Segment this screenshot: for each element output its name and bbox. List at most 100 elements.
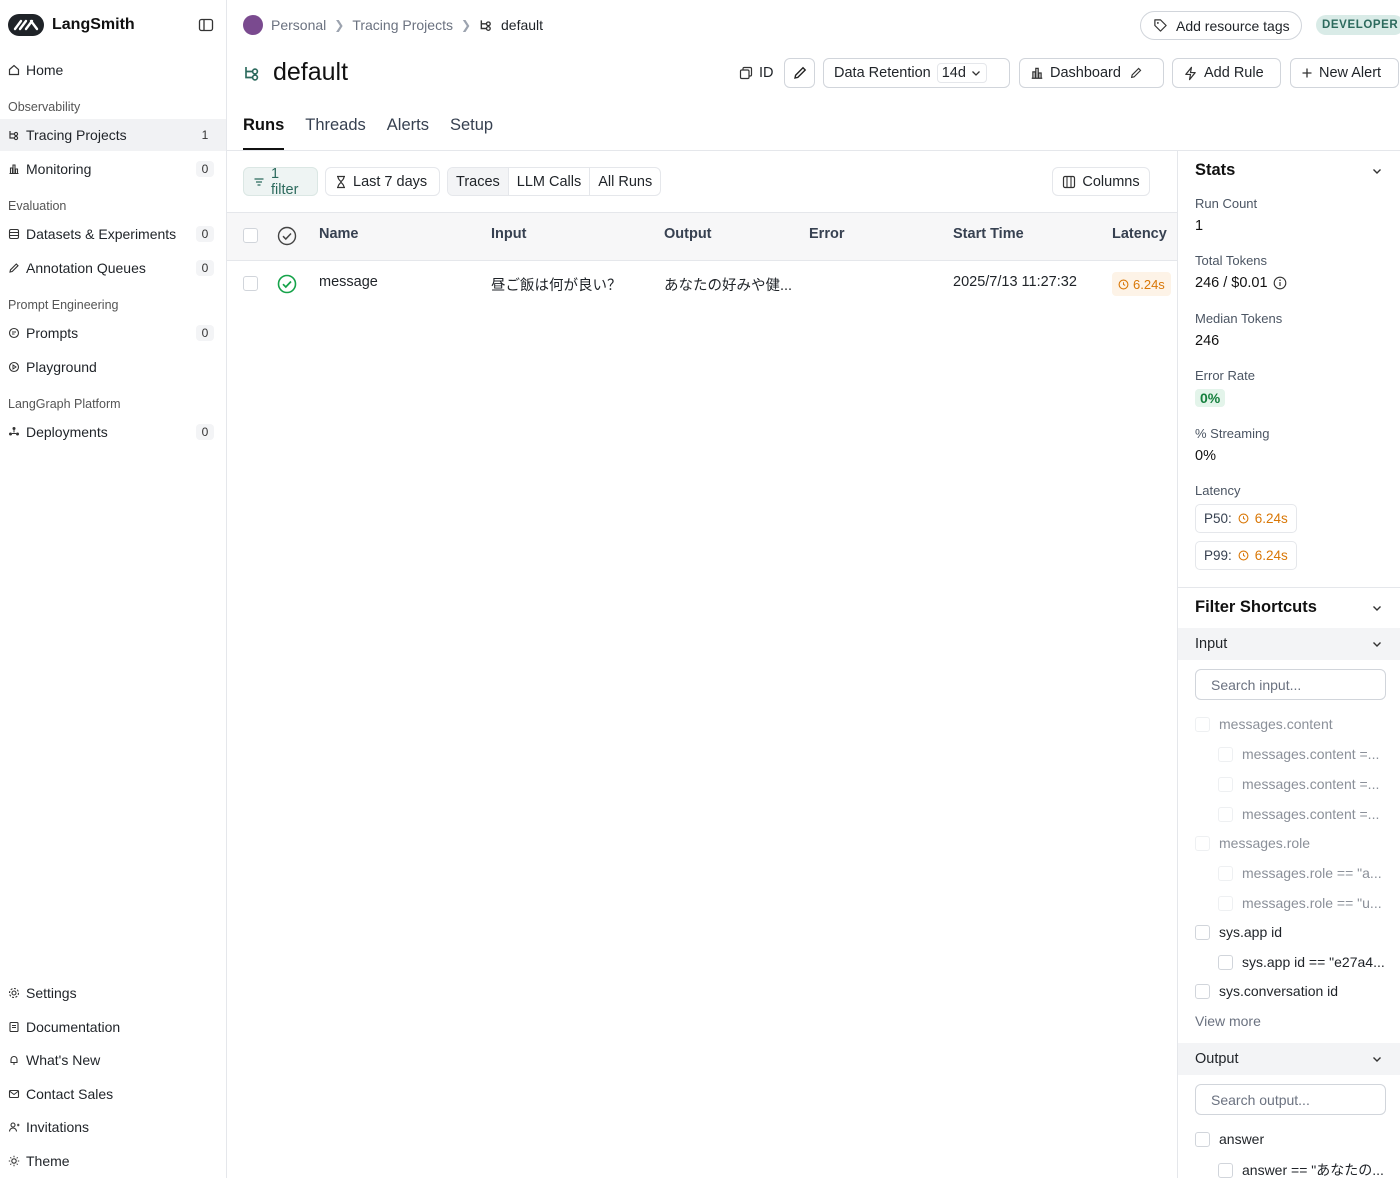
sidebar-item-label: Monitoring — [26, 161, 92, 177]
filter-checkbox[interactable] — [1218, 895, 1233, 911]
sidebar-item-documentation[interactable]: Documentation — [0, 1011, 226, 1043]
filter-checkbox[interactable] — [1218, 806, 1233, 822]
copy-id-button[interactable]: ID — [733, 58, 780, 88]
column-header-name[interactable]: Name — [319, 226, 359, 242]
sidebar-item-theme[interactable]: Theme — [0, 1145, 226, 1177]
tab-alerts[interactable]: Alerts — [387, 116, 429, 150]
columns-icon — [1062, 175, 1076, 189]
add-rule-button[interactable]: Add Rule — [1172, 58, 1281, 88]
edit-project-button[interactable] — [784, 58, 815, 88]
segment-traces[interactable]: Traces — [448, 168, 509, 195]
filter-item[interactable]: messages.role == "u... — [1218, 895, 1382, 911]
sidebar-item-whats-new[interactable]: What's New — [0, 1044, 226, 1076]
data-retention-button[interactable]: Data Retention 14d — [823, 58, 1010, 88]
gear-icon — [8, 987, 20, 999]
sidebar-item-deployments[interactable]: Deployments 0 — [0, 416, 226, 448]
filter-checkbox[interactable] — [1195, 835, 1210, 851]
run-name[interactable]: message — [319, 274, 378, 290]
stats-panel: Stats Run Count 1 Total Tokens 246 / $0.… — [1177, 151, 1400, 1178]
filter-item[interactable]: messages.content =... — [1218, 776, 1379, 792]
chevron-down-icon[interactable] — [1371, 165, 1383, 177]
input-filter-section-header[interactable]: Input — [1178, 628, 1400, 660]
filter-checkbox[interactable] — [1218, 1162, 1233, 1178]
output-filter-section-header[interactable]: Output — [1178, 1043, 1400, 1075]
time-range-button[interactable]: Last 7 days — [325, 167, 440, 196]
chevron-down-icon[interactable] — [1371, 602, 1383, 614]
filter-item[interactable]: messages.content — [1195, 716, 1333, 732]
column-header-output[interactable]: Output — [664, 226, 712, 242]
filter-item[interactable]: messages.role — [1195, 835, 1310, 851]
total-tokens-label: Total Tokens — [1195, 253, 1268, 268]
tab-setup[interactable]: Setup — [450, 116, 493, 150]
filter-item[interactable]: messages.content =... — [1218, 746, 1379, 762]
tag-icon — [1153, 18, 1168, 33]
info-icon[interactable] — [1273, 276, 1287, 290]
sidebar-item-contact-sales[interactable]: Contact Sales — [0, 1078, 226, 1110]
pencil-icon[interactable] — [1129, 66, 1143, 80]
sidebar-item-tracing-projects[interactable]: Tracing Projects 1 — [0, 119, 226, 151]
breadcrumb-section[interactable]: Tracing Projects — [352, 17, 453, 33]
breadcrumb-workspace[interactable]: Personal — [271, 17, 326, 33]
filter-checkbox[interactable] — [1195, 716, 1210, 732]
sidebar-item-annotation-queues[interactable]: Annotation Queues 0 — [0, 252, 226, 284]
count-badge: 0 — [196, 325, 214, 341]
new-alert-label: New Alert — [1319, 65, 1382, 81]
segment-all-runs[interactable]: All Runs — [590, 168, 660, 195]
dashboard-button[interactable]: Dashboard — [1019, 58, 1164, 88]
view-more-link[interactable]: View more — [1195, 1013, 1261, 1029]
columns-button[interactable]: Columns — [1052, 167, 1150, 196]
filter-item[interactable]: answer == "あなたの... — [1218, 1160, 1384, 1178]
sidebar-item-playground[interactable]: Playground — [0, 351, 226, 383]
new-alert-button[interactable]: New Alert — [1290, 58, 1399, 88]
filter-checkbox[interactable] — [1218, 746, 1233, 762]
filter-shortcuts-title: Filter Shortcuts — [1195, 598, 1317, 616]
search-input-field[interactable]: Search input... — [1195, 669, 1386, 700]
sidebar-item-monitoring[interactable]: Monitoring 0 — [0, 153, 226, 185]
filter-button[interactable]: 1 filter — [243, 165, 318, 198]
column-header-input[interactable]: Input — [491, 226, 526, 242]
count-badge: 0 — [196, 161, 214, 177]
run-input: 昼ご飯は何が良い？ — [491, 278, 622, 294]
tab-runs[interactable]: Runs — [243, 116, 285, 150]
streaming-label: % Streaming — [1195, 426, 1270, 441]
select-all-checkbox[interactable] — [243, 228, 258, 243]
filter-item[interactable]: answer — [1195, 1131, 1264, 1147]
data-retention-select[interactable]: 14d — [936, 63, 987, 83]
filter-item[interactable]: messages.content =... — [1218, 806, 1379, 822]
filter-checkbox[interactable] — [1195, 924, 1210, 940]
search-output-field[interactable]: Search output... — [1195, 1084, 1386, 1115]
filter-checkbox[interactable] — [1195, 1131, 1210, 1147]
filter-checkbox[interactable] — [1218, 954, 1233, 970]
filter-item[interactable]: sys.app id — [1195, 924, 1282, 940]
filter-item[interactable]: messages.role == "a... — [1218, 865, 1382, 881]
sidebar-item-home[interactable]: Home — [0, 54, 226, 86]
sidebar-item-label: Prompts — [26, 325, 79, 341]
sidebar-toggle-icon[interactable] — [198, 17, 214, 33]
count-badge: 1 — [201, 128, 209, 142]
segment-llm-calls[interactable]: LLM Calls — [509, 168, 591, 195]
filter-item[interactable]: sys.app id == "e27a4... — [1218, 954, 1385, 970]
clock-icon — [1238, 513, 1249, 524]
row-checkbox[interactable] — [243, 276, 258, 291]
add-resource-tags-button[interactable]: Add resource tags — [1140, 11, 1302, 40]
filter-checkbox[interactable] — [1195, 983, 1210, 999]
filter-checkbox[interactable] — [1218, 865, 1233, 881]
filter-item[interactable]: sys.conversation id — [1195, 983, 1338, 999]
sidebar-item-invitations[interactable]: Invitations — [0, 1111, 226, 1143]
sidebar-item-datasets[interactable]: Datasets & Experiments 0 — [0, 218, 226, 250]
sidebar-item-prompts[interactable]: Prompts 0 — [0, 317, 226, 349]
sidebar-item-settings[interactable]: Settings — [0, 977, 226, 1009]
home-icon — [8, 64, 20, 76]
p50-latency: P50: 6.24s — [1195, 504, 1297, 533]
filter-label: 1 filter — [271, 165, 299, 198]
column-header-start-time[interactable]: Start Time — [953, 226, 1024, 242]
tab-threads[interactable]: Threads — [305, 116, 366, 150]
chevron-down-icon — [970, 67, 982, 79]
column-header-error[interactable]: Error — [809, 226, 844, 242]
filter-checkbox[interactable] — [1218, 776, 1233, 792]
filter-item-label: messages.role == "a... — [1242, 865, 1382, 881]
column-header-latency[interactable]: Latency — [1112, 226, 1167, 242]
app-logo[interactable]: LangSmith — [8, 14, 135, 36]
output-section-label: Output — [1195, 1051, 1239, 1067]
dashboard-label: Dashboard — [1050, 65, 1121, 81]
